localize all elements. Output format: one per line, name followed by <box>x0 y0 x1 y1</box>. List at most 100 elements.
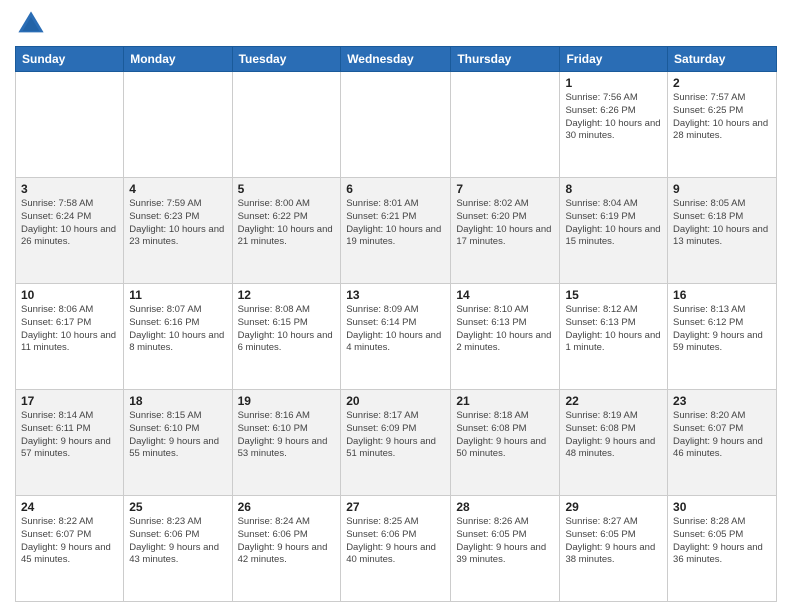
day-number: 11 <box>129 288 226 302</box>
day-info: Sunrise: 8:24 AM Sunset: 6:06 PM Dayligh… <box>238 516 336 567</box>
table-cell <box>232 72 341 178</box>
day-number: 27 <box>346 500 445 514</box>
day-info: Sunrise: 7:58 AM Sunset: 6:24 PM Dayligh… <box>21 198 118 249</box>
day-info: Sunrise: 8:22 AM Sunset: 6:07 PM Dayligh… <box>21 516 118 567</box>
logo <box>15 10 45 38</box>
table-cell: 6Sunrise: 8:01 AM Sunset: 6:21 PM Daylig… <box>341 178 451 284</box>
table-cell: 15 Sunrise: 8:12 AM Sunset: 6:13 PM Dayli… <box>560 284 668 390</box>
weekday-header-monday: Monday <box>124 47 232 72</box>
day-info: Sunrise: 8:12 AM Sunset: 6:13 PM Dayligh… <box>565 304 662 355</box>
table-cell: 11 Sunrise: 8:07 AM Sunset: 6:16 PM Dayli… <box>124 284 232 390</box>
day-number: 9 <box>673 182 771 196</box>
day-info: Sunrise: 7:56 AM Sunset: 6:26 PM Dayligh… <box>565 92 662 143</box>
logo-icon <box>17 10 45 38</box>
day-number: 14 <box>456 288 554 302</box>
table-cell: 4 Sunrise: 7:59 AM Sunset: 6:23 PM Daylig… <box>124 178 232 284</box>
day-number: 25 <box>129 500 226 514</box>
table-cell: 9 Sunrise: 8:05 AM Sunset: 6:18 PM Daylig… <box>668 178 777 284</box>
week-row-3: 10Sunrise: 8:06 AM Sunset: 6:17 PM Dayli… <box>16 284 777 390</box>
day-number: 23 <box>673 394 771 408</box>
day-number: 29 <box>565 500 662 514</box>
weekday-header-tuesday: Tuesday <box>232 47 341 72</box>
day-info: Sunrise: 8:23 AM Sunset: 6:06 PM Dayligh… <box>129 516 226 567</box>
table-cell: 3 Sunrise: 7:58 AM Sunset: 6:24 PM Daylig… <box>16 178 124 284</box>
table-cell: 16 Sunrise: 8:13 AM Sunset: 6:12 PM Dayli… <box>668 284 777 390</box>
day-number: 26 <box>238 500 336 514</box>
day-info: Sunrise: 8:08 AM Sunset: 6:15 PM Dayligh… <box>238 304 336 355</box>
day-number: 19 <box>238 394 336 408</box>
weekday-header-friday: Friday <box>560 47 668 72</box>
day-info: Sunrise: 8:20 AM Sunset: 6:07 PM Dayligh… <box>673 410 771 461</box>
table-cell: 25 Sunrise: 8:23 AM Sunset: 6:06 PM Dayli… <box>124 496 232 602</box>
day-number: 8 <box>565 182 662 196</box>
table-cell: 8Sunrise: 8:04 AM Sunset: 6:19 PM Daylig… <box>560 178 668 284</box>
table-cell: 18 Sunrise: 8:15 AM Sunset: 6:10 PM Dayli… <box>124 390 232 496</box>
day-info: Sunrise: 8:17 AM Sunset: 6:09 PM Dayligh… <box>346 410 445 461</box>
calendar: SundayMondayTuesdayWednesdayThursdayFrid… <box>15 46 777 602</box>
table-cell: 21Sunrise: 8:18 AM Sunset: 6:08 PM Dayli… <box>451 390 560 496</box>
day-number: 21 <box>456 394 554 408</box>
day-info: Sunrise: 8:09 AM Sunset: 6:14 PM Dayligh… <box>346 304 445 355</box>
table-cell: 12 Sunrise: 8:08 AM Sunset: 6:15 PM Dayli… <box>232 284 341 390</box>
day-number: 16 <box>673 288 771 302</box>
day-info: Sunrise: 8:14 AM Sunset: 6:11 PM Dayligh… <box>21 410 118 461</box>
table-cell: 5 Sunrise: 8:00 AM Sunset: 6:22 PM Daylig… <box>232 178 341 284</box>
week-row-5: 24 Sunrise: 8:22 AM Sunset: 6:07 PM Dayli… <box>16 496 777 602</box>
day-number: 13 <box>346 288 445 302</box>
day-number: 22 <box>565 394 662 408</box>
day-number: 24 <box>21 500 118 514</box>
day-number: 7 <box>456 182 554 196</box>
day-info: Sunrise: 7:59 AM Sunset: 6:23 PM Dayligh… <box>129 198 226 249</box>
day-info: Sunrise: 8:13 AM Sunset: 6:12 PM Dayligh… <box>673 304 771 355</box>
day-number: 4 <box>129 182 226 196</box>
day-number: 10 <box>21 288 118 302</box>
weekday-header-saturday: Saturday <box>668 47 777 72</box>
table-cell: 24 Sunrise: 8:22 AM Sunset: 6:07 PM Dayli… <box>16 496 124 602</box>
table-cell: 14 Sunrise: 8:10 AM Sunset: 6:13 PM Dayli… <box>451 284 560 390</box>
calendar-table: SundayMondayTuesdayWednesdayThursdayFrid… <box>15 46 777 602</box>
day-info: Sunrise: 8:15 AM Sunset: 6:10 PM Dayligh… <box>129 410 226 461</box>
table-cell <box>341 72 451 178</box>
table-cell: 13 Sunrise: 8:09 AM Sunset: 6:14 PM Dayli… <box>341 284 451 390</box>
day-info: Sunrise: 8:26 AM Sunset: 6:05 PM Dayligh… <box>456 516 554 567</box>
day-info: Sunrise: 8:00 AM Sunset: 6:22 PM Dayligh… <box>238 198 336 249</box>
day-info: Sunrise: 8:05 AM Sunset: 6:18 PM Dayligh… <box>673 198 771 249</box>
page: SundayMondayTuesdayWednesdayThursdayFrid… <box>0 0 792 612</box>
day-number: 18 <box>129 394 226 408</box>
day-number: 12 <box>238 288 336 302</box>
day-number: 30 <box>673 500 771 514</box>
table-cell <box>16 72 124 178</box>
day-info: Sunrise: 8:07 AM Sunset: 6:16 PM Dayligh… <box>129 304 226 355</box>
day-number: 3 <box>21 182 118 196</box>
day-number: 5 <box>238 182 336 196</box>
day-info: Sunrise: 8:25 AM Sunset: 6:06 PM Dayligh… <box>346 516 445 567</box>
header <box>15 10 777 38</box>
weekday-header-wednesday: Wednesday <box>341 47 451 72</box>
day-info: Sunrise: 8:27 AM Sunset: 6:05 PM Dayligh… <box>565 516 662 567</box>
weekday-header-thursday: Thursday <box>451 47 560 72</box>
table-cell: 28 Sunrise: 8:26 AM Sunset: 6:05 PM Dayli… <box>451 496 560 602</box>
day-number: 15 <box>565 288 662 302</box>
week-row-4: 17 Sunrise: 8:14 AM Sunset: 6:11 PM Dayli… <box>16 390 777 496</box>
table-cell: 26 Sunrise: 8:24 AM Sunset: 6:06 PM Dayli… <box>232 496 341 602</box>
day-number: 17 <box>21 394 118 408</box>
table-cell: 19 Sunrise: 8:16 AM Sunset: 6:10 PM Dayli… <box>232 390 341 496</box>
table-cell: 1 Sunrise: 7:56 AM Sunset: 6:26 PM Daylig… <box>560 72 668 178</box>
week-row-2: 3 Sunrise: 7:58 AM Sunset: 6:24 PM Daylig… <box>16 178 777 284</box>
day-info: Sunrise: 8:02 AM Sunset: 6:20 PM Dayligh… <box>456 198 554 249</box>
day-number: 2 <box>673 76 771 90</box>
table-cell <box>124 72 232 178</box>
table-cell: 10Sunrise: 8:06 AM Sunset: 6:17 PM Dayli… <box>16 284 124 390</box>
day-info: Sunrise: 8:16 AM Sunset: 6:10 PM Dayligh… <box>238 410 336 461</box>
table-cell: 2Sunrise: 7:57 AM Sunset: 6:25 PM Daylig… <box>668 72 777 178</box>
day-info: Sunrise: 8:10 AM Sunset: 6:13 PM Dayligh… <box>456 304 554 355</box>
day-number: 28 <box>456 500 554 514</box>
table-cell <box>451 72 560 178</box>
day-number: 1 <box>565 76 662 90</box>
day-info: Sunrise: 8:19 AM Sunset: 6:08 PM Dayligh… <box>565 410 662 461</box>
weekday-header-sunday: Sunday <box>16 47 124 72</box>
table-cell: 30Sunrise: 8:28 AM Sunset: 6:05 PM Dayli… <box>668 496 777 602</box>
day-info: Sunrise: 8:01 AM Sunset: 6:21 PM Dayligh… <box>346 198 445 249</box>
table-cell: 17 Sunrise: 8:14 AM Sunset: 6:11 PM Dayli… <box>16 390 124 496</box>
table-cell: 27 Sunrise: 8:25 AM Sunset: 6:06 PM Dayli… <box>341 496 451 602</box>
